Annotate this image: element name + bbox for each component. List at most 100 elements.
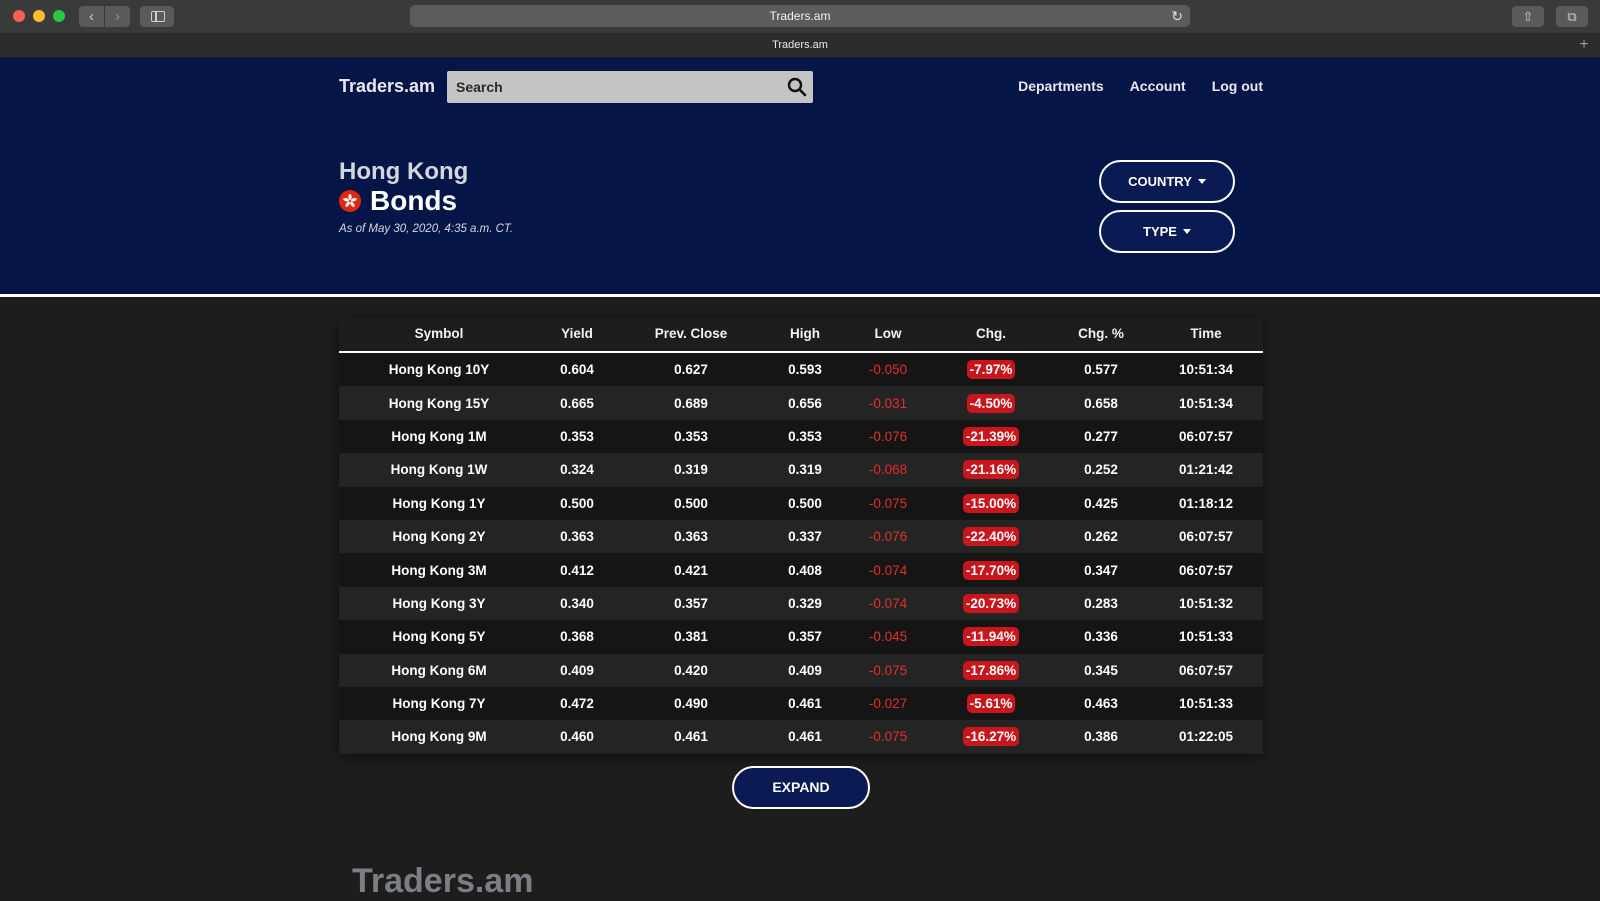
country-button-label: COUNTRY [1128,174,1192,189]
column-header-yield[interactable]: Yield [539,318,615,351]
table-row[interactable]: Hong Kong 15Y 0.665 0.689 0.656 -0.031 -4.50%… [339,386,1263,420]
cell-chg-pct: 0.347 [1084,562,1118,578]
table-row[interactable]: Hong Kong 7Y 0.472 0.490 0.461 -0.027 -5.61% 0… [339,686,1263,721]
cell-prev-close: 0.500 [674,495,708,511]
footer-logo: Traders.am [352,862,534,900]
column-header-symbol[interactable]: Symbol [339,318,539,351]
cell-chg-pct: 0.577 [1084,362,1118,378]
page-title-text: Bonds [370,185,458,216]
cell-prev-close: 0.357 [674,595,708,611]
caret-down-icon [1182,229,1191,234]
reload-icon[interactable]: ↻ [1171,5,1183,27]
cell-prev-close: 0.363 [674,529,708,545]
site-logo[interactable]: Traders.am [339,76,435,97]
table-row[interactable]: Hong Kong 10Y 0.604 0.627 0.593 -0.050 -7.97%… [339,353,1263,387]
cell-chg: -21.39% [933,426,1049,446]
table-row[interactable]: Hong Kong 1Y 0.500 0.500 0.500 -0.075 -15.00%… [339,486,1263,520]
table-row[interactable]: Hong Kong 3Y 0.340 0.357 0.329 -0.074 -20.73%… [339,586,1263,621]
column-header-low[interactable]: Low [843,318,933,351]
chevron-left-icon: ‹ [89,8,94,25]
search-icon[interactable] [787,77,807,97]
cell-high: 0.656 [788,395,822,411]
table-row[interactable]: Hong Kong 2Y 0.363 0.363 0.337 -0.076 -22.40%… [339,519,1263,554]
cell-yield: 0.500 [560,495,594,511]
column-header-prev-close[interactable]: Prev. Close [615,318,767,351]
cell-prev-close: 0.490 [674,696,708,712]
table-row[interactable]: Hong Kong 5Y 0.368 0.381 0.357 -0.045 -11.94%… [339,620,1263,654]
cell-symbol: Hong Kong 9M [391,729,487,745]
cell-yield: 0.665 [560,395,594,411]
cell-low: -0.031 [868,395,908,411]
new-tab-icon[interactable]: + [1574,35,1594,55]
cell-yield: 0.409 [560,662,594,678]
cell-chg-pct: 0.345 [1084,662,1118,678]
cell-prev-close: 0.381 [674,629,708,645]
close-window-button[interactable] [13,10,25,22]
cell-time: 06:07:57 [1178,662,1234,678]
cell-symbol: Hong Kong 15Y [388,395,490,411]
table-row[interactable]: Hong Kong 3M 0.412 0.421 0.408 -0.074 -17.70%… [339,553,1263,587]
cell-low: -0.074 [868,595,908,611]
cell-high: 0.408 [788,562,822,578]
change-badge: -16.27% [962,727,1020,747]
show-tabs-button[interactable]: ⧉ [1556,6,1588,27]
cell-time: 10:51:34 [1178,362,1234,378]
cell-time: 10:51:32 [1178,595,1234,611]
tab-title[interactable]: Traders.am [0,34,1600,57]
table-body: Hong Kong 10Y 0.604 0.627 0.593 -0.050 -7.97%… [339,353,1263,754]
zoom-window-button[interactable] [53,10,65,22]
address-bar[interactable]: Traders.am ↻ [410,5,1190,27]
cell-yield: 0.472 [560,696,594,712]
cell-time: 06:07:57 [1178,428,1234,444]
change-badge: -5.61% [966,694,1016,714]
cell-low: -0.076 [868,428,908,444]
column-header-time[interactable]: Time [1153,318,1259,351]
cell-symbol: Hong Kong 6M [391,662,487,678]
cell-symbol: Hong Kong 10Y [388,362,490,378]
table-row[interactable]: Hong Kong 9M 0.460 0.461 0.461 -0.075 -16.27%… [339,720,1263,754]
table-row[interactable]: Hong Kong 1M 0.353 0.353 0.353 -0.076 -21.39%… [339,419,1263,454]
cell-high: 0.593 [788,362,822,378]
cell-chg-pct: 0.463 [1084,696,1118,712]
sidebar-toggle-button[interactable] [140,6,174,27]
column-header-chg-pct[interactable]: Chg. % [1049,318,1153,351]
expand-button[interactable]: EXPAND [732,766,870,809]
cell-low: -0.050 [868,362,908,378]
cell-symbol: Hong Kong 1Y [392,495,486,511]
search-input[interactable] [447,71,776,103]
change-badge: -17.86% [962,660,1020,680]
nav-departments[interactable]: Departments [1018,78,1104,94]
cell-low: -0.068 [868,462,908,478]
cell-chg-pct: 0.336 [1084,629,1118,645]
cell-high: 0.409 [788,662,822,678]
tab-bar: Traders.am + [0,34,1600,58]
cell-yield: 0.368 [560,629,594,645]
type-dropdown-button[interactable]: TYPE [1099,210,1235,253]
country-dropdown-button[interactable]: COUNTRY [1099,160,1235,203]
cell-low: -0.075 [868,729,908,745]
column-header-chg[interactable]: Chg. [933,318,1049,351]
cell-prev-close: 0.627 [674,362,708,378]
cell-yield: 0.604 [560,362,594,378]
forward-button[interactable]: › [105,6,130,27]
change-badge: -21.39% [962,426,1020,446]
change-badge: -4.50% [966,393,1016,413]
nav-account[interactable]: Account [1130,78,1186,94]
cell-chg: -20.73% [933,593,1049,613]
back-button[interactable]: ‹ [79,6,104,27]
site-header: Traders.am Departments Account Log out H… [0,58,1600,297]
cell-chg: -16.27% [933,727,1049,747]
cell-high: 0.357 [788,629,822,645]
cell-time: 10:51:33 [1178,696,1234,712]
share-button[interactable]: ⇧ [1512,6,1544,27]
as-of-timestamp: As of May 30, 2020, 4:35 a.m. CT. [339,223,514,235]
minimize-window-button[interactable] [33,10,45,22]
table-row[interactable]: Hong Kong 1W 0.324 0.319 0.319 -0.068 -21.16%… [339,453,1263,487]
nav-log-out[interactable]: Log out [1212,78,1263,94]
cell-low: -0.074 [868,562,908,578]
cell-prev-close: 0.353 [674,428,708,444]
column-header-high[interactable]: High [767,318,843,351]
cell-high: 0.353 [788,428,822,444]
cell-chg: -22.40% [933,527,1049,547]
table-row[interactable]: Hong Kong 6M 0.409 0.420 0.409 -0.075 -17.86%… [339,653,1263,687]
